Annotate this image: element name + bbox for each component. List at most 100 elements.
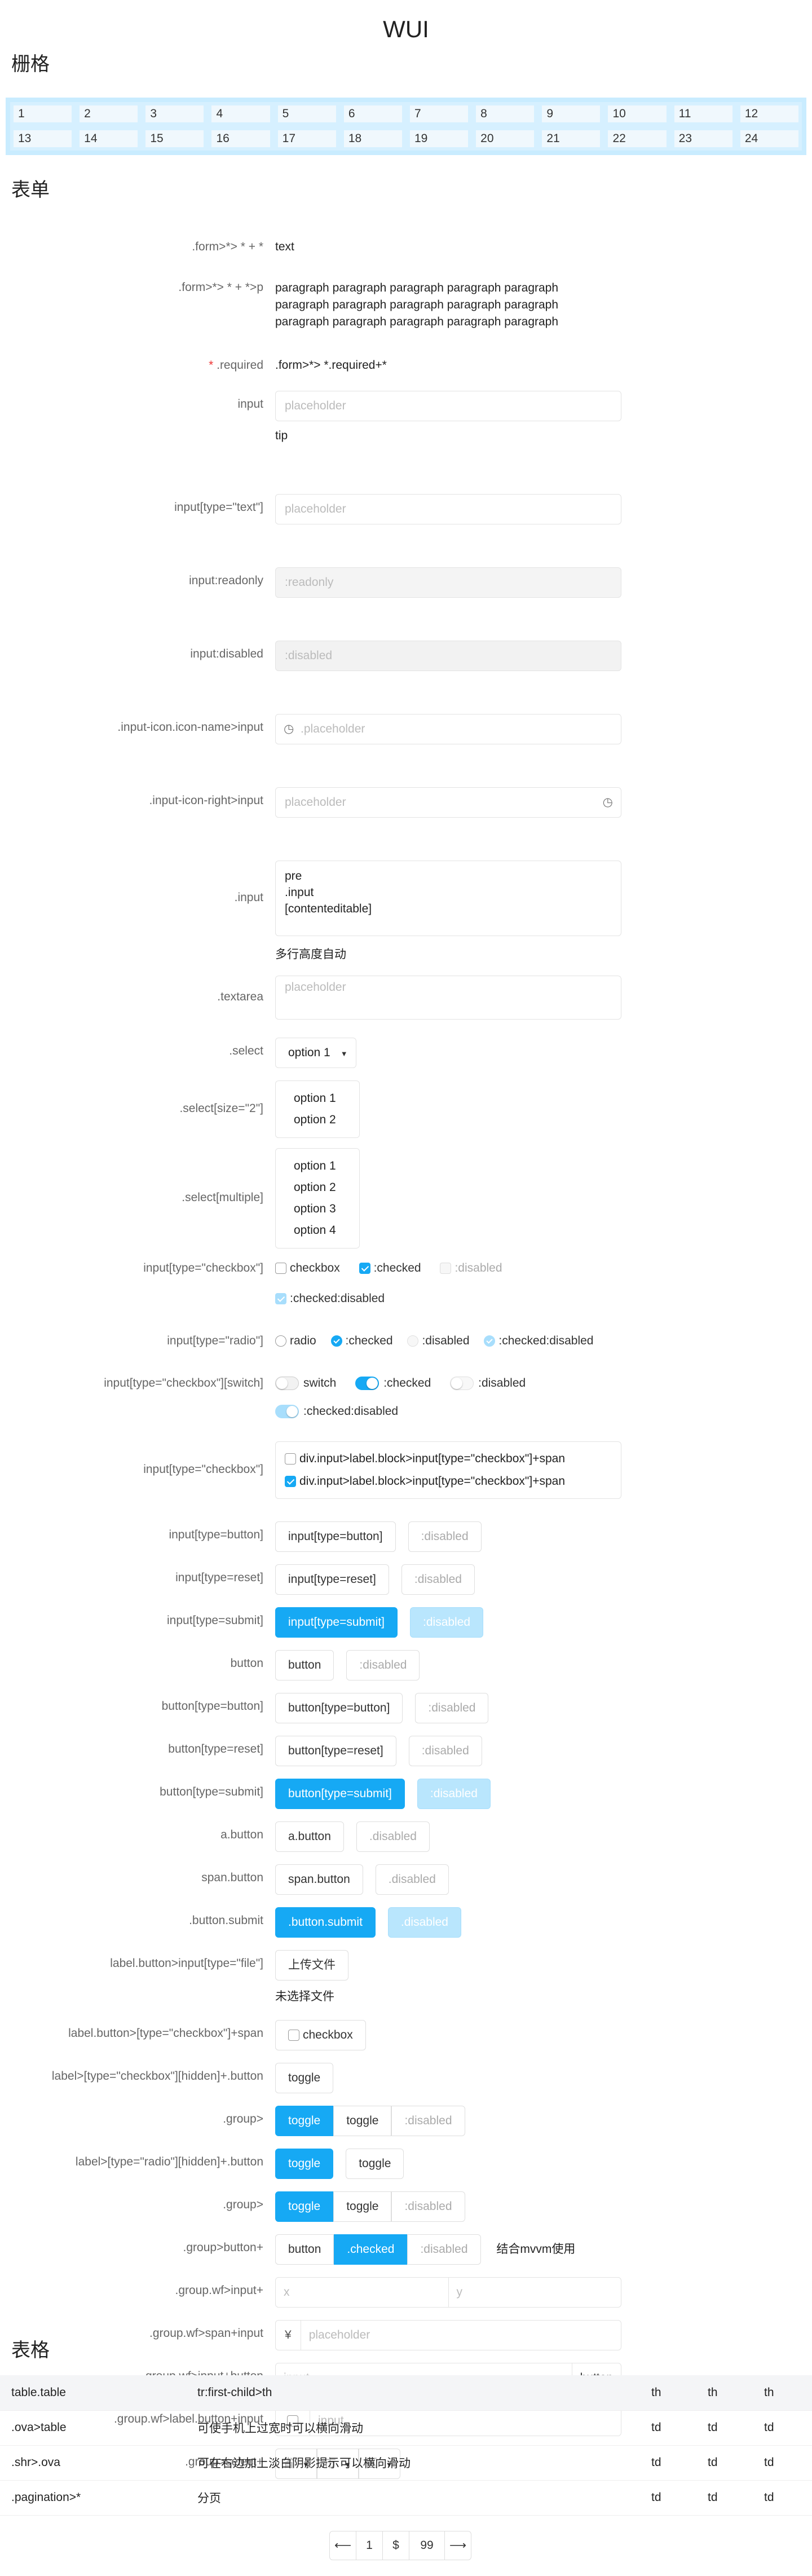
select-option[interactable]: option 2: [294, 1109, 341, 1131]
form-label: .select[multiple]: [182, 1191, 263, 1204]
form-label: input[type="checkbox"]: [143, 1463, 263, 1476]
file-upload-button[interactable]: 上传文件: [275, 1950, 348, 1980]
toggle-button-active[interactable]: toggle: [275, 2106, 334, 2136]
reset-button[interactable]: input[type=reset]: [275, 1564, 389, 1595]
readonly-input[interactable]: :readonly: [275, 567, 621, 598]
group-button[interactable]: button: [275, 2234, 334, 2265]
form-label: label>[type="radio"][hidden]+.button: [75, 2155, 263, 2168]
form-label: .group>: [223, 2112, 263, 2125]
form-label: input:readonly: [189, 574, 263, 587]
table-header-cell: th: [753, 2375, 812, 2411]
pagination-next[interactable]: ⟶: [444, 2531, 471, 2560]
y-input[interactable]: y: [449, 2278, 621, 2307]
form-label: a.button: [220, 1828, 263, 1841]
grid-cell: 2: [80, 105, 138, 122]
caret-down-icon: ▼: [340, 1049, 348, 1058]
toggle-button-disabled: :disabled: [391, 2106, 465, 2136]
paragraph: paragraph paragraph paragraph paragraph …: [275, 281, 559, 328]
form-section-title: 表单: [11, 179, 50, 201]
a-button[interactable]: a.button: [275, 1821, 344, 1852]
group-button-checked[interactable]: .checked: [334, 2234, 408, 2265]
switch[interactable]: switch: [275, 1377, 336, 1390]
button-type-reset[interactable]: button[type=reset]: [275, 1736, 396, 1766]
form-label: .select: [229, 1044, 263, 1057]
radio-toggle-active[interactable]: toggle: [275, 2149, 334, 2179]
toggle-button[interactable]: toggle: [275, 2063, 334, 2093]
table-header-row: table.table tr:first-child>th th th th: [0, 2375, 812, 2411]
radio[interactable]: radio: [275, 1334, 316, 1348]
button[interactable]: button: [275, 1650, 334, 1680]
input-group: x y: [275, 2277, 621, 2308]
checkbox-disabled: :disabled: [440, 1261, 502, 1275]
contenteditable-input[interactable]: pre .input [contenteditable]: [275, 861, 621, 936]
icon-input[interactable]: ◷ .placeholder: [275, 714, 621, 744]
button-group: button .checked :disabled: [275, 2234, 481, 2265]
select-option[interactable]: option 1: [294, 1088, 341, 1109]
submit-button-disabled: :disabled: [410, 1607, 484, 1638]
select-size-2[interactable]: option 1 option 2: [275, 1080, 360, 1138]
form-label: button: [230, 1657, 263, 1670]
text-value: .form>*> *.required+*: [275, 359, 387, 372]
grid-cell: 17: [277, 130, 336, 147]
toggle-button[interactable]: toggle: [333, 2106, 392, 2136]
select-option[interactable]: option 1: [294, 1155, 341, 1177]
form-demo: .form>*> * + * text .form>*> * + *>p par…: [0, 229, 812, 2479]
table-section-title: 表格: [11, 2340, 50, 2361]
select-multiple[interactable]: option 1 option 2 option 3 option 4: [275, 1148, 360, 1249]
radio-checked[interactable]: :checked: [330, 1334, 393, 1348]
button-type-button[interactable]: button[type=button]: [275, 1693, 403, 1723]
toggle-button[interactable]: toggle: [333, 2191, 392, 2222]
grid-cell: 22: [608, 130, 667, 147]
grid-cell: 6: [343, 105, 402, 122]
grid-cell: 19: [409, 130, 469, 147]
checkbox-button[interactable]: checkbox: [275, 2020, 366, 2050]
pagination-page[interactable]: 99: [409, 2531, 445, 2560]
grid-cell: 24: [740, 130, 798, 147]
textarea[interactable]: placeholder: [275, 976, 621, 1020]
checkbox-block-list: div.input>label.block>input[type="checkb…: [275, 1441, 621, 1499]
checkbox[interactable]: checkbox: [275, 1261, 340, 1275]
table-cell: td: [696, 2445, 753, 2481]
radio-toggle[interactable]: toggle: [346, 2149, 404, 2179]
input-button[interactable]: input[type=button]: [275, 1521, 396, 1552]
table-cell: td: [696, 2480, 753, 2516]
table-row: .shr>.ova 可在右边加上淡白阴影提示可以横向滑动 td td td: [0, 2445, 812, 2481]
grid-demo: 1 2 3 4 5 6 7 8 9 10 11 12 13 14 15 16 17 18 19 20 21 22 23 24: [6, 98, 806, 155]
switch-checked-disabled: :checked:disabled: [275, 1405, 398, 1418]
select[interactable]: option 1 ▼: [275, 1038, 356, 1068]
group-button-disabled: :disabled: [407, 2234, 481, 2265]
icon-right-input[interactable]: placeholder ◷: [275, 787, 621, 818]
text-input[interactable]: placeholder: [275, 494, 621, 524]
grid-cell: 8: [476, 105, 535, 122]
form-label: input[type="checkbox"][switch]: [104, 1377, 263, 1390]
button-submit[interactable]: .button.submit: [275, 1907, 376, 1938]
select-option[interactable]: option 3: [294, 1198, 341, 1220]
grid-cell: 13: [14, 130, 72, 147]
form-label: input[type="radio"]: [167, 1334, 263, 1347]
input-note: 多行高度自动: [275, 948, 346, 961]
text-input[interactable]: placeholder: [275, 391, 621, 421]
table-cell: .shr>.ova: [0, 2445, 186, 2481]
pagination-prev[interactable]: ⟵: [329, 2531, 356, 2560]
clock-icon: ◷: [602, 796, 613, 809]
form-label: input: [237, 398, 263, 411]
checkbox-block-item-checked[interactable]: div.input>label.block>input[type="checkb…: [285, 1470, 612, 1493]
pagination-current[interactable]: $: [382, 2531, 409, 2560]
span-button[interactable]: span.button: [275, 1864, 363, 1895]
button-type-submit[interactable]: button[type=submit]: [275, 1779, 405, 1809]
x-input[interactable]: x: [276, 2278, 449, 2307]
select-option[interactable]: option 4: [294, 1220, 341, 1241]
toggle-button-active[interactable]: toggle: [275, 2191, 334, 2222]
submit-button[interactable]: input[type=submit]: [275, 1607, 398, 1638]
form-label: label>[type="checkbox"][hidden]+.button: [51, 2070, 263, 2083]
checkbox-block-item[interactable]: div.input>label.block>input[type="checkb…: [285, 1448, 612, 1470]
switch-checked[interactable]: :checked: [355, 1377, 431, 1390]
checkbox-checked[interactable]: :checked: [359, 1261, 421, 1275]
form-label: .form>*> * + *: [192, 240, 263, 253]
disabled-input: :disabled: [275, 641, 621, 671]
pagination-page[interactable]: 1: [356, 2531, 383, 2560]
select-option[interactable]: option 2: [294, 1177, 341, 1198]
table-row: .pagination>* 分页 td td td: [0, 2480, 812, 2516]
amount-input[interactable]: placeholder: [301, 2321, 621, 2350]
toggle-group: toggle toggle :disabled: [275, 2106, 465, 2136]
